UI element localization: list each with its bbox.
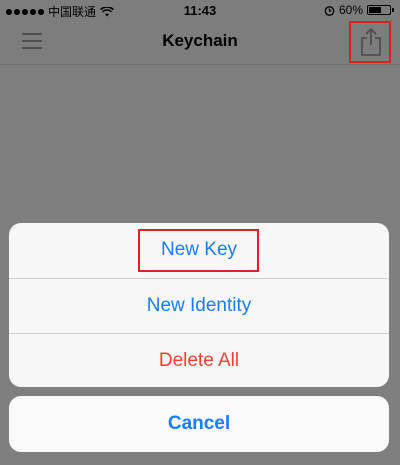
delete-all-label: Delete All	[158, 349, 240, 371]
share-icon[interactable]	[360, 27, 382, 57]
battery-fill	[369, 7, 381, 13]
cancel-button[interactable]: Cancel	[9, 396, 389, 452]
page-title: Keychain	[162, 31, 238, 50]
new-identity-label: New Identity	[146, 294, 252, 316]
new-identity-button[interactable]: New Identity	[9, 278, 389, 332]
navigation-bar: Keychain	[0, 20, 400, 65]
alarm-icon	[324, 5, 335, 16]
battery-cap	[392, 8, 394, 12]
share-button[interactable]	[349, 21, 391, 63]
highlight-annotation	[138, 229, 259, 272]
status-bar: 中国联通 11:43 60%	[0, 0, 400, 20]
status-right: 60%	[324, 3, 394, 17]
action-sheet: New Key New Identity Delete All	[9, 223, 389, 387]
battery-icon	[367, 5, 391, 15]
cancel-label: Cancel	[167, 413, 231, 434]
delete-all-button[interactable]: Delete All	[9, 333, 389, 387]
battery-percent: 60%	[338, 3, 363, 17]
